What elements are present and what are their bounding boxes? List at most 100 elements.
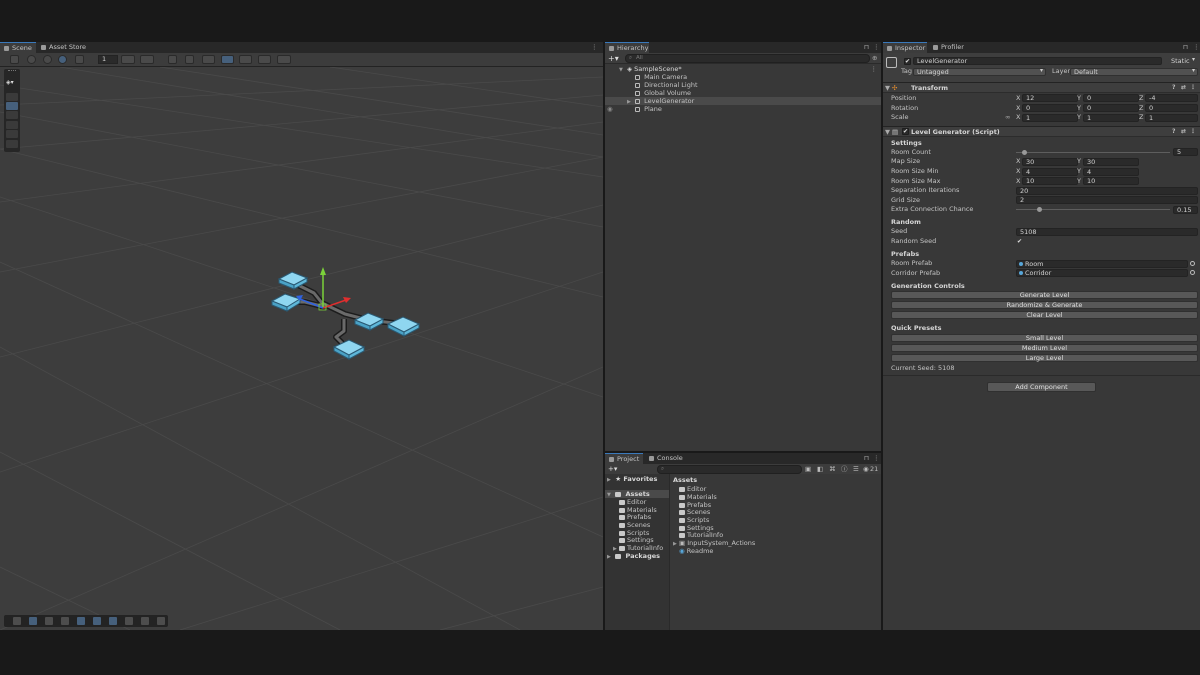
grid-size-field[interactable]: 2	[1016, 196, 1198, 204]
transform-tool-icon[interactable]	[6, 140, 18, 148]
pivot-orientation-icon[interactable]: ◈▾	[6, 78, 18, 87]
constrain-proportions-icon[interactable]: ∞	[1005, 113, 1010, 122]
component-menu-icon[interactable]: ⋮	[1190, 83, 1196, 93]
inspector-menu-icon[interactable]: ⋮	[1193, 42, 1200, 53]
small-level-button[interactable]: Small Level	[891, 334, 1198, 342]
extra-connection-slider-thumb[interactable]	[1037, 207, 1043, 212]
static-dropdown[interactable]: Static	[1167, 57, 1198, 65]
object-name-field[interactable]: LevelGenerator	[913, 57, 1162, 65]
tree-folder-editor[interactable]: Editor	[619, 498, 646, 506]
asset-folder-materials[interactable]: Materials	[679, 493, 717, 501]
room-size-max-y-field[interactable]: 10	[1083, 177, 1139, 185]
large-level-button[interactable]: Large Level	[891, 354, 1198, 362]
move-tool-icon[interactable]	[6, 102, 18, 110]
move-view-icon[interactable]	[10, 55, 19, 64]
tree-row-scene[interactable]: ▼ ◈ SampleScene* ⋮	[605, 65, 881, 73]
project-search-input[interactable]: ⌕	[657, 465, 802, 474]
scene-menu-icon[interactable]: ⋮	[591, 42, 598, 53]
object-picker-icon[interactable]	[1190, 270, 1195, 275]
help-icon[interactable]: ?	[1172, 83, 1175, 93]
tree-assets[interactable]: ▼ Assets	[605, 490, 669, 498]
grid-snap-field[interactable]: 1	[98, 55, 118, 64]
tree-row-directional-light[interactable]: Directional Light	[605, 81, 881, 89]
hierarchy-menu-icon[interactable]: ⋮	[873, 42, 880, 53]
asset-folder-scripts[interactable]: Scripts	[679, 516, 709, 524]
room-size-max-x-field[interactable]: 10	[1022, 177, 1078, 185]
overlay-tool-10-icon[interactable]	[157, 617, 165, 625]
separation-iterations-field[interactable]: 20	[1016, 187, 1198, 195]
foldout-arrow-icon[interactable]: ▼	[885, 127, 890, 137]
asset-folder-tutorialinfo[interactable]: TutorialInfo	[679, 531, 723, 539]
tree-favorites[interactable]: ▶ ★ Favorites	[607, 475, 657, 483]
overlay-tool-4-icon[interactable]	[61, 617, 69, 625]
project-breadcrumb[interactable]: Assets	[673, 476, 697, 484]
preset-icon[interactable]: ⇄	[1181, 127, 1186, 137]
preset-icon[interactable]: ⇄	[1181, 83, 1186, 93]
object-picker-icon[interactable]	[1190, 261, 1195, 266]
shading-lit-icon[interactable]	[58, 55, 67, 64]
room-size-min-y-field[interactable]: 4	[1083, 168, 1139, 176]
rotation-z-field[interactable]: 0	[1145, 104, 1198, 112]
draw-mode-dropdown[interactable]	[75, 55, 84, 64]
hidden-objects-icon[interactable]	[239, 55, 252, 64]
seed-field[interactable]: 5108	[1016, 228, 1198, 236]
tree-row-plane[interactable]: ◉ Plane	[605, 105, 881, 113]
rotation-y-field[interactable]: 0	[1083, 104, 1139, 112]
add-component-button[interactable]: Add Component	[987, 382, 1096, 392]
room-size-min-x-field[interactable]: 4	[1022, 168, 1078, 176]
tag-dropdown[interactable]: Untagged	[913, 68, 1046, 76]
audio-toggle-icon[interactable]	[202, 55, 215, 64]
overlay-tool-1-icon[interactable]	[13, 617, 21, 625]
scale-z-field[interactable]: 1	[1145, 114, 1198, 122]
overlay-tool-5-icon[interactable]	[77, 617, 85, 625]
overlay-tool-6-icon[interactable]	[93, 617, 101, 625]
hierarchy-lock-icon[interactable]: ⊓	[864, 42, 869, 53]
tab-profiler[interactable]: Profiler	[929, 42, 967, 53]
search-by-type-icon[interactable]: ▣	[805, 464, 811, 474]
asset-folder-editor[interactable]: Editor	[679, 485, 706, 493]
tab-hierarchy[interactable]: Hierarchy	[605, 42, 649, 53]
scale-x-field[interactable]: 1	[1022, 114, 1078, 122]
search-options-icon[interactable]: ⊕	[872, 53, 877, 64]
tree-row-main-camera[interactable]: Main Camera	[605, 73, 881, 81]
hierarchy-search-input[interactable]: ⌕ All	[625, 54, 870, 63]
rotate-tool-icon[interactable]	[6, 111, 18, 119]
layer-dropdown[interactable]: Default	[1070, 68, 1198, 76]
camera-settings-icon[interactable]	[258, 55, 271, 64]
expand-arrow-icon[interactable]: ▶	[607, 553, 613, 561]
grid-toggle-icon[interactable]	[121, 55, 135, 64]
tab-project[interactable]: Project	[605, 453, 643, 464]
shading-solid-icon[interactable]	[43, 55, 52, 64]
room-prefab-field[interactable]: Room	[1016, 260, 1188, 268]
room-count-slider-thumb[interactable]	[1021, 150, 1027, 155]
medium-level-button[interactable]: Medium Level	[891, 344, 1198, 352]
level-generator-header[interactable]: ▼ ▤ ✔ Level Generator (Script) ? ⇄ ⋮	[883, 126, 1200, 137]
overlay-tool-3-icon[interactable]	[45, 617, 53, 625]
tree-folder-scenes[interactable]: Scenes	[619, 521, 650, 529]
randomize-generate-button[interactable]: Randomize & Generate	[891, 301, 1198, 309]
position-z-field[interactable]: -4	[1145, 94, 1198, 102]
map-size-x-field[interactable]: 30	[1022, 158, 1078, 166]
tab-console[interactable]: Console	[645, 453, 685, 464]
asset-readme[interactable]: ◉ Readme	[679, 547, 713, 555]
lighting-toggle-icon[interactable]	[185, 55, 194, 64]
help-icon[interactable]: ?	[1172, 127, 1175, 137]
asset-folder-scenes[interactable]: Scenes	[679, 508, 710, 516]
tree-folder-prefabs[interactable]: Prefabs	[619, 513, 651, 521]
scale-y-field[interactable]: 1	[1083, 114, 1139, 122]
position-y-field[interactable]: 0	[1083, 94, 1139, 102]
tab-inspector[interactable]: Inspector	[883, 42, 927, 53]
room-count-slider[interactable]	[1016, 152, 1170, 153]
expand-arrow-icon[interactable]: ▼	[607, 491, 613, 499]
tree-folder-tutorialinfo[interactable]: ▶ TutorialInfo	[613, 544, 663, 552]
overlay-tool-2-icon[interactable]	[29, 617, 37, 625]
project-menu-icon[interactable]: ⋮	[873, 453, 880, 464]
create-asset-icon[interactable]: +▾	[608, 464, 617, 474]
rotation-x-field[interactable]: 0	[1022, 104, 1078, 112]
rect-tool-icon[interactable]	[6, 130, 18, 138]
info-icon[interactable]: ⓘ	[841, 464, 848, 474]
hand-tool-icon[interactable]	[6, 93, 18, 101]
search-by-label-icon[interactable]: ◧	[817, 464, 823, 474]
room-count-field[interactable]: 5	[1173, 148, 1198, 156]
tab-scene[interactable]: Scene	[0, 42, 36, 53]
